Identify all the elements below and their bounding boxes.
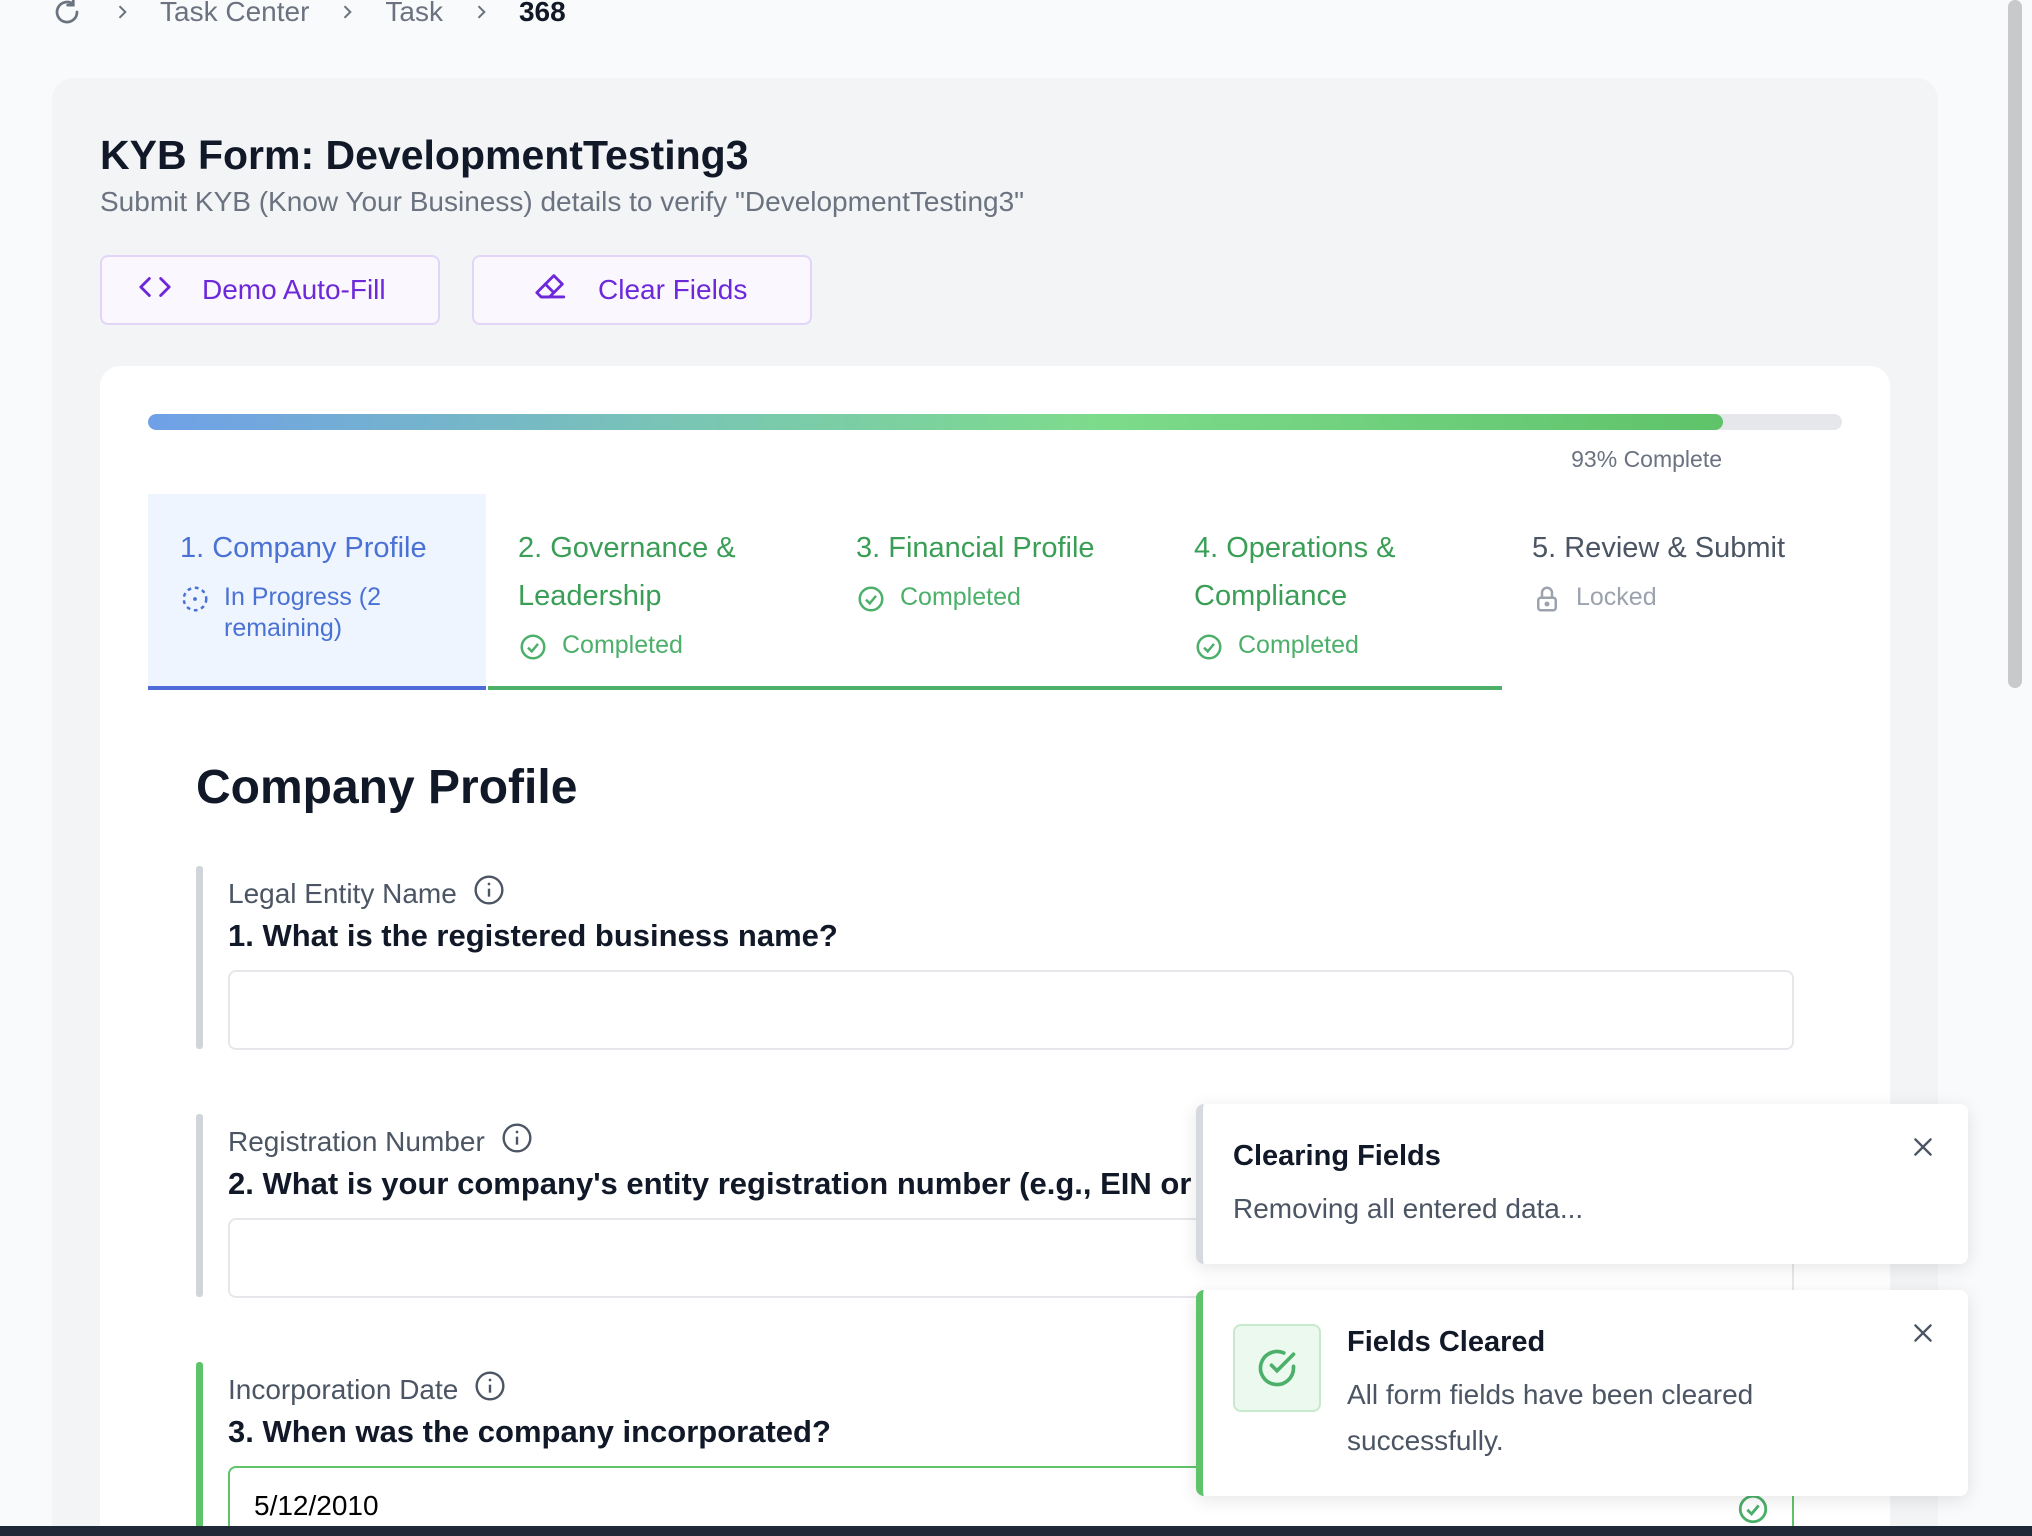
step-status: Completed bbox=[518, 630, 792, 662]
toast-title: Fields Cleared bbox=[1347, 1326, 1546, 1358]
step-tabs: 1. Company Profile In Progress (2 remain… bbox=[148, 494, 1842, 690]
question-text: 1. What is the registered business name? bbox=[228, 918, 838, 953]
lock-icon bbox=[1532, 584, 1562, 614]
breadcrumb-current: 368 bbox=[518, 0, 566, 27]
demo-autofill-label: Demo Auto-Fill bbox=[202, 274, 386, 305]
progress-fill bbox=[148, 414, 1724, 430]
question-text: 2. What is your company's entity registr… bbox=[228, 1166, 1192, 1201]
tab-governance-leadership[interactable]: 2. Governance & Leadership Completed bbox=[486, 494, 824, 690]
check-circle-icon bbox=[856, 584, 886, 614]
toast-message: Removing all entered data... bbox=[1233, 1193, 1584, 1224]
field-label: Registration Number bbox=[228, 1122, 533, 1161]
toast-fields-cleared: Fields Cleared All form fields have been… bbox=[1196, 1290, 1968, 1496]
chevron-right-icon bbox=[337, 2, 357, 22]
section-title: Company Profile bbox=[196, 761, 578, 814]
clear-fields-label: Clear Fields bbox=[598, 274, 748, 305]
close-icon[interactable] bbox=[1906, 1316, 1940, 1350]
tab-review-submit[interactable]: 5. Review & Submit Locked bbox=[1500, 494, 1838, 690]
question-status-bar bbox=[196, 1114, 203, 1297]
toast-message: All form fields have been cleared succes… bbox=[1347, 1379, 1754, 1456]
chevron-right-icon bbox=[112, 2, 132, 22]
info-icon[interactable] bbox=[473, 874, 505, 913]
bottom-edge bbox=[0, 1526, 2032, 1536]
question-status-bar bbox=[196, 1362, 203, 1536]
page-subtitle: Submit KYB (Know Your Business) details … bbox=[100, 186, 1025, 217]
check-circle-icon bbox=[1258, 1349, 1296, 1387]
tab-operations-compliance[interactable]: 4. Operations & Compliance Completed bbox=[1162, 494, 1500, 690]
field-label-text: Incorporation Date bbox=[228, 1373, 459, 1405]
toast-title: Clearing Fields bbox=[1233, 1140, 1441, 1172]
in-progress-icon bbox=[180, 584, 210, 614]
close-icon[interactable] bbox=[1906, 1130, 1940, 1164]
check-circle-icon bbox=[1736, 1492, 1770, 1526]
check-circle-icon bbox=[1194, 632, 1224, 662]
code-icon bbox=[138, 270, 172, 311]
field-label-text: Legal Entity Name bbox=[228, 877, 457, 909]
chevron-right-icon bbox=[471, 2, 491, 22]
step-status-text: Locked bbox=[1576, 583, 1657, 611]
page-title: KYB Form: DevelopmentTesting3 bbox=[100, 132, 749, 178]
step-label: 5. Review & Submit bbox=[1532, 532, 1786, 564]
info-icon[interactable] bbox=[474, 1370, 506, 1409]
question-text: 3. When was the company incorporated? bbox=[228, 1414, 831, 1449]
progress-label: 93% Complete bbox=[1571, 446, 1722, 472]
step-status-text: Completed bbox=[900, 583, 1021, 611]
success-badge bbox=[1233, 1324, 1321, 1412]
step-status-text: In Progress (2 remaining) bbox=[224, 583, 382, 642]
step-label: 3. Financial Profile bbox=[856, 532, 1095, 564]
tab-financial-profile[interactable]: 3. Financial Profile Completed bbox=[824, 494, 1162, 690]
step-label: 1. Company Profile bbox=[180, 532, 427, 564]
check-circle-icon bbox=[518, 632, 548, 662]
field-label-text: Registration Number bbox=[228, 1125, 485, 1157]
breadcrumb: Task Center Task 368 bbox=[50, 0, 566, 30]
tab-company-profile[interactable]: 1. Company Profile In Progress (2 remain… bbox=[148, 494, 486, 690]
clear-fields-button[interactable]: Clear Fields bbox=[472, 255, 812, 325]
step-status-text: Completed bbox=[562, 631, 683, 659]
step-status-text: Completed bbox=[1238, 631, 1359, 659]
field-label: Incorporation Date bbox=[228, 1370, 506, 1409]
demo-autofill-button[interactable]: Demo Auto-Fill bbox=[100, 255, 440, 325]
completed-steps-underline bbox=[488, 686, 1502, 690]
refresh-icon[interactable] bbox=[50, 0, 84, 29]
eraser-icon bbox=[534, 270, 568, 311]
toast-clearing-fields: Clearing Fields Removing all entered dat… bbox=[1196, 1104, 1968, 1264]
info-icon[interactable] bbox=[501, 1122, 533, 1161]
page-scrollbar[interactable] bbox=[2008, 0, 2022, 688]
step-label: 4. Operations & Compliance bbox=[1194, 532, 1396, 612]
legal-entity-name-input[interactable] bbox=[228, 970, 1794, 1050]
step-status: Completed bbox=[1194, 630, 1468, 662]
kyb-form-page: Task Center Task 368 KYB Form: Developme… bbox=[0, 0, 2032, 1536]
field-label: Legal Entity Name bbox=[228, 874, 505, 913]
question-status-bar bbox=[196, 866, 203, 1049]
step-label: 2. Governance & Leadership bbox=[518, 532, 736, 612]
breadcrumb-task-center[interactable]: Task Center bbox=[160, 0, 309, 28]
breadcrumb-task[interactable]: Task bbox=[385, 0, 443, 28]
progress-bar bbox=[148, 414, 1842, 430]
step-status: Completed bbox=[856, 582, 1130, 614]
step-status: Locked bbox=[1532, 582, 1806, 614]
step-status: In Progress (2 remaining) bbox=[180, 582, 454, 644]
